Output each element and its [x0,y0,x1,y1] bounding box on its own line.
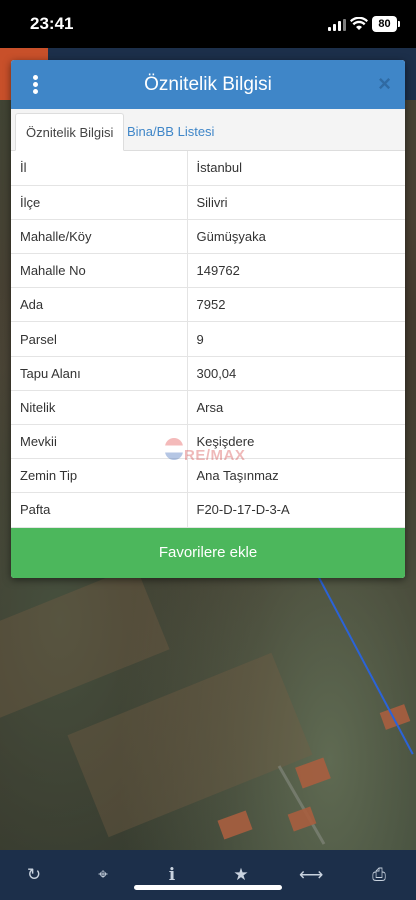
table-row: Tapu Alanı 300,04 [11,356,405,391]
table-row: Mevkii Keşişdere [11,424,405,460]
attribute-table: İl İstanbul İlçe Silivri Mahalle/Köy Gümüşy… [11,151,405,528]
row-value: F20-D-17-D-3-A [187,492,405,528]
map-building [295,757,331,789]
row-value: Keşişdere [187,424,405,460]
row-value: 7952 [187,287,405,323]
row-value: Gümüşyaka [187,219,405,255]
map-field [67,652,313,838]
row-value: İstanbul [187,151,405,186]
row-value: 149762 [187,253,405,289]
star-icon[interactable]: ★ [230,864,252,886]
row-key: Mahalle/Köy [11,219,188,255]
table-row: Ada 7952 [11,287,405,323]
status-bar: 23:41 80 [0,0,416,48]
bottom-toolbar: ↻ ⌖ i ★ ⟷ ⎙ [0,850,416,900]
tab-attribute-info[interactable]: Öznitelik Bilgisi [15,113,125,151]
row-key: Nitelik [11,390,188,426]
close-icon[interactable]: × [378,71,391,97]
tab-building-list[interactable]: Bina/BB Listesi [117,113,224,151]
table-row: Parsel 9 [11,321,405,357]
attribute-dialog: Öznitelik Bilgisi × Öznitelik Bilgisi Bi… [11,60,405,578]
row-key: Zemin Tip [11,458,188,494]
table-row: İl İstanbul [11,151,405,186]
row-value: Silivri [187,185,405,220]
row-key: Parsel [11,321,188,357]
info-icon[interactable]: i [161,864,183,886]
row-key: İlçe [11,185,188,220]
battery-icon: 80 [372,16,400,32]
measure-icon[interactable]: ⟷ [299,864,323,886]
dialog-title: Öznitelik Bilgisi [144,74,272,95]
row-value: 300,04 [187,356,405,391]
row-value: Arsa [187,390,405,426]
table-row: Nitelik Arsa [11,390,405,426]
table-row: Zemin Tip Ana Taşınmaz [11,458,405,494]
map-building [379,704,411,730]
add-to-favorites-button[interactable]: Favorilere ekle [11,528,405,578]
table-row: İlçe Silivri [11,185,405,220]
table-row: Mahalle No 149762 [11,253,405,289]
row-value: 9 [187,321,405,357]
row-key: Tapu Alanı [11,356,188,391]
wifi-icon [350,17,368,30]
print-icon[interactable]: ⎙ [368,864,390,886]
map-field [0,565,170,725]
signal-icon [328,19,346,31]
table-row: Mahalle/Köy Gümüşyaka [11,219,405,255]
row-key: Mevkii [11,424,188,460]
dialog-tabs: Öznitelik Bilgisi Bina/BB Listesi [11,109,405,151]
row-value: Ana Taşınmaz [187,458,405,494]
row-key: Ada [11,287,188,323]
map-building [217,810,253,840]
table-row: Pafta F20-D-17-D-3-A [11,492,405,528]
parcel-boundary-line [318,577,414,755]
crosshair-icon[interactable]: ⌖ [92,864,114,886]
row-key: Pafta [11,492,188,528]
status-time: 23:41 [30,14,74,33]
row-key: Mahalle No [11,253,188,289]
refresh-icon[interactable]: ↻ [23,864,45,886]
row-key: İl [11,151,188,186]
home-indicator [134,885,282,890]
dialog-header: Öznitelik Bilgisi × [11,60,405,109]
